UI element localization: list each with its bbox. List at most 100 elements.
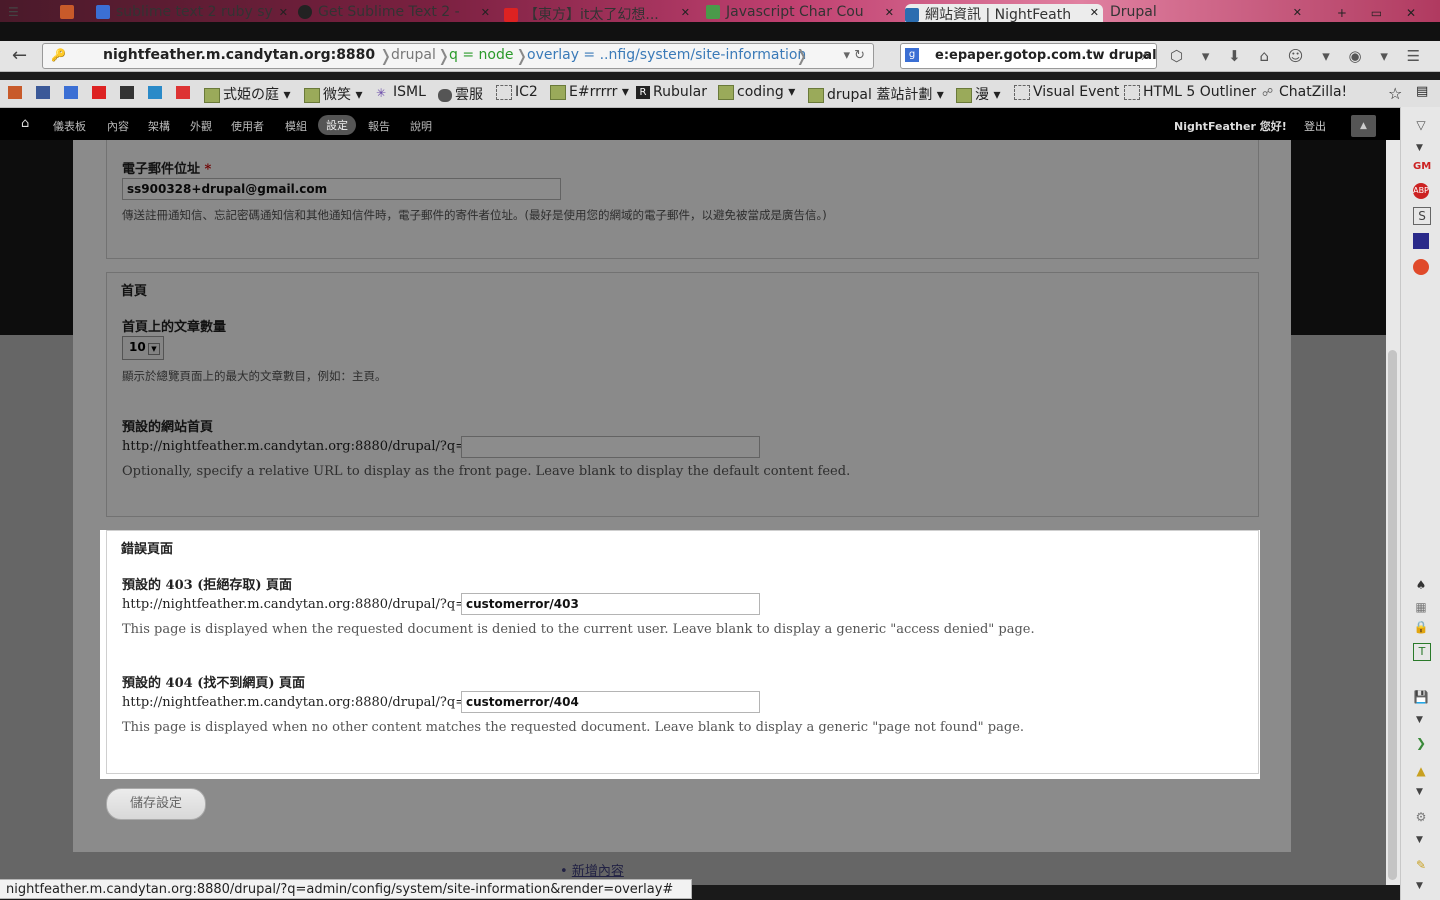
pencil-icon[interactable]: ✎ [1413,857,1429,873]
bookmark-visual-event[interactable]: Visual Event [1014,84,1119,100]
window-controls[interactable]: + ▭ ✕ [1337,6,1426,20]
toolbar-icons[interactable]: ⬡ ▾ ⬇ ⌂ ☺ ▾ ◉ ▾ ☰ [1170,47,1420,65]
site-icon[interactable] [176,84,193,100]
bookmark-cloud[interactable]: 雲服 [438,84,483,104]
search-bar[interactable]: g e:epaper.gotop.com.tw drupal ⌕ [900,43,1157,69]
stylish-icon[interactable]: S [1413,207,1431,225]
error-pages-fieldset [106,530,1259,774]
reload-icon[interactable]: ▾ ↻ [843,48,865,63]
menu-item-modules[interactable]: 模組 [285,118,307,134]
bookmark-folder-coding[interactable]: coding ▾ [718,84,795,100]
google-search-icon[interactable]: g [905,48,919,62]
scrollbar-thumb[interactable] [1388,350,1397,880]
star-icon[interactable]: ☆ [1388,84,1402,103]
pocket-icon[interactable]: ▽ [1413,117,1429,133]
browser-menu-icon[interactable]: ☰ [8,4,48,22]
dropdown-arrow-icon[interactable]: ▼ [1416,835,1423,845]
bookmark-rubular[interactable]: R Rubular [636,84,707,100]
feed-icon[interactable]: ❯ [1413,735,1429,751]
tab-get-sublime[interactable]: Get Sublime Text 2 - ✕ [298,4,494,22]
github-icon [298,5,312,19]
user-greeting[interactable]: NightFeather 您好! [1174,118,1287,134]
admin-toolbar: ⌂ 儀表板 內容 架構 外觀 使用者 模組 設定 報告 說明 NightFeat… [0,108,1400,140]
pixiv-icon[interactable] [148,84,165,100]
menu-item-appearance[interactable]: 外觀 [190,118,212,134]
navigation-toolbar: ← 🔑 nightfeather.m.candytan.org:8880 ❭ d… [0,41,1440,72]
bookmark-html5-outliner[interactable]: HTML 5 Outliner [1124,84,1256,100]
save-icon[interactable]: 💾 [1413,689,1429,705]
addon-icon[interactable] [1413,233,1429,249]
lock-icon[interactable]: 🔒 [1413,619,1429,635]
menu-item-structure[interactable]: 架構 [148,118,170,134]
error-pages-legend: 錯誤頁面 [121,542,174,557]
gdrive-icon[interactable]: ▲ [1413,763,1429,779]
bookmark-folder-e[interactable]: E#rrrrr ▾ [550,84,629,100]
tv-icon[interactable] [120,84,137,100]
url-bar[interactable]: 🔑 nightfeather.m.candytan.org:8880 ❭ dru… [42,43,874,69]
back-arrow-icon[interactable]: ← [12,45,27,66]
dropdown-arrow-icon[interactable]: ▼ [1416,787,1423,797]
bookmark-folder-smile[interactable]: 微笑 ▾ [304,84,362,104]
bookmark-ic2[interactable]: IC2 [496,84,538,100]
close-tab-icon[interactable]: ✕ [885,6,894,19]
bookmark-folder-manga[interactable]: 漫 ▾ [956,84,1000,104]
tab-drupal[interactable]: Drupal ✕ [1110,4,1306,22]
tab-sublime-ruby[interactable]: sublime text 2 ruby sy ✕ [96,4,292,22]
bookmark-icon[interactable] [8,84,25,100]
drupal-icon [905,8,919,22]
text-icon[interactable]: T [1413,643,1431,661]
menu-item-people[interactable]: 使用者 [231,118,264,134]
bookmark-isml[interactable]: ✳ ISML [376,84,426,100]
facebook-icon[interactable] [36,84,53,100]
google-icon[interactable] [64,84,81,100]
tab-touhou[interactable]: 【東方】it太了幻想... ✕ [504,4,694,22]
close-tab-icon[interactable]: ✕ [681,6,690,19]
bookmark-folder-drupal[interactable]: drupal 蓋站計劃 ▾ [808,84,944,104]
site-icon [706,5,720,19]
spade-icon[interactable]: ♠ [1413,577,1429,593]
bookmark-chatzilla[interactable]: ☍ ChatZilla! [1262,84,1347,100]
error-404-input[interactable]: customerror/404 [461,691,760,713]
menu-item-content[interactable]: 內容 [107,118,129,134]
page-scrollbar[interactable] [1386,140,1400,885]
close-tab-icon[interactable]: ✕ [1293,6,1302,19]
error-404-description: This page is displayed when no other con… [122,720,1025,735]
gmail-icon[interactable]: GM [1413,159,1431,175]
home-icon[interactable]: ⌂ [21,116,29,131]
search-input[interactable]: e:epaper.gotop.com.tw drupal [935,48,1157,63]
error-403-input[interactable]: customerror/403 [461,593,760,615]
dropdown-arrow-icon[interactable]: ▼ [1416,143,1423,153]
background-link: • 新增內容 [560,864,624,879]
bookmark-folder-shiki[interactable]: 式姫の庭 ▾ [204,84,290,104]
menu-item-configuration[interactable]: 設定 [318,115,356,135]
tab-bottom-edge [0,22,1440,41]
logout-link[interactable]: 登出 [1304,118,1326,134]
google-icon [96,5,110,19]
search-icon[interactable]: ⌕ [1142,46,1150,64]
url-crumb-overlay[interactable]: overlay = ..nfig/system/site-information [527,47,806,63]
error-403-label: 預設的 403 (拒絕存取) 頁面 [122,578,293,593]
close-tab-icon[interactable]: ✕ [279,6,288,19]
dropdown-arrow-icon[interactable]: ▼ [1416,715,1423,725]
gear-icon[interactable]: ⚙ [1413,809,1429,825]
url-crumb-drupal[interactable]: drupal [391,47,436,63]
calendar-icon[interactable]: ▦ [1413,599,1429,615]
url-crumb-q[interactable]: q = node [449,47,513,63]
error-404-label: 預設的 404 (找不到網頁) 頁面 [122,676,306,691]
toolbar-toggle-icon[interactable]: ▲ [1351,115,1376,137]
menu-item-dashboard[interactable]: 儀表板 [53,118,86,134]
youtube-icon[interactable] [92,84,109,100]
dropdown-arrow-icon[interactable]: ▼ [1416,881,1423,891]
menu-item-help[interactable]: 說明 [410,118,432,134]
tab-site-info[interactable]: 網站資訊 | NightFeath ✕ [905,4,1103,22]
bookmarks-menu-icon[interactable]: ▤ [1416,84,1428,99]
save-button[interactable]: 儲存設定 [106,788,206,820]
close-tab-icon[interactable]: ✕ [1090,6,1099,19]
firefox-icon[interactable] [1413,259,1429,275]
tab-pinned[interactable] [60,4,90,22]
tab-js-char-count[interactable]: Javascript Char Cou ✕ [706,4,898,22]
adblock-icon[interactable]: ABP [1413,183,1429,199]
menu-item-reports[interactable]: 報告 [368,118,390,134]
error-403-description: This page is displayed when the requeste… [122,622,1035,637]
close-tab-icon[interactable]: ✕ [481,6,490,19]
